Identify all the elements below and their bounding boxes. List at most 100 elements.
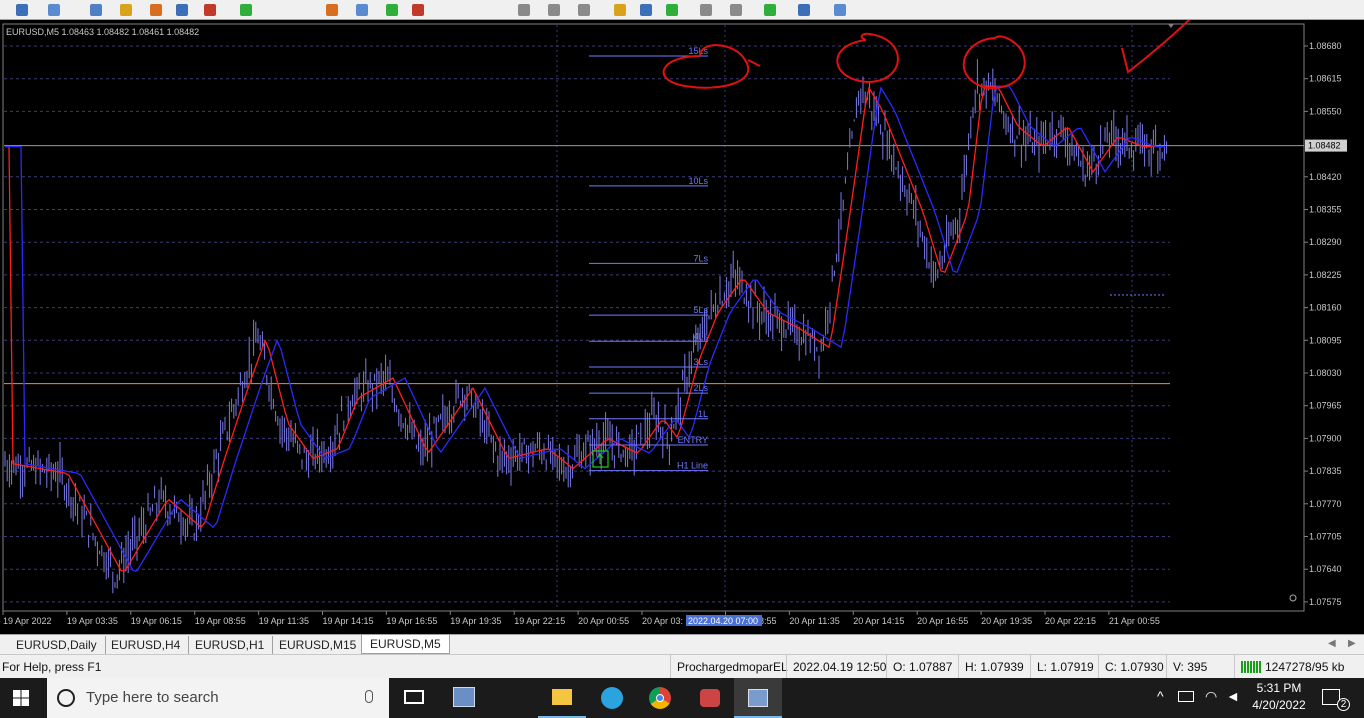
toolbar-icon[interactable] [356, 4, 368, 16]
price-tick-label: 1.08550 [1309, 106, 1342, 116]
time-tick-label: 20 Apr 03: [642, 616, 683, 626]
skull-icon [1289, 594, 1297, 602]
entry-arrow-icon [596, 453, 604, 464]
current-price-label: 1.08482 [1308, 141, 1341, 151]
toolbar-icon[interactable] [386, 4, 398, 16]
toolbar-icon[interactable] [666, 4, 678, 16]
time-tick-label: 21 Apr 00:55 [1109, 616, 1160, 626]
level-label: ENTRY [678, 435, 708, 445]
price-tick-label: 1.08355 [1309, 205, 1342, 215]
toolbar-icon[interactable] [700, 4, 712, 16]
moving-average-blue [5, 85, 1165, 572]
toolbar-icon[interactable] [548, 4, 560, 16]
task-view-icon[interactable] [390, 678, 438, 718]
toolbar-icon[interactable] [16, 4, 28, 16]
toolbar-icon[interactable] [120, 4, 132, 16]
price-tick-label: 1.07900 [1309, 433, 1342, 443]
time-tick-label: 19 Apr 2022 [3, 616, 52, 626]
metatrader-icon[interactable] [734, 678, 782, 718]
notification-count: 2 [1337, 698, 1350, 711]
price-tick-label: 1.07770 [1309, 499, 1342, 509]
tab-eurusd-daily[interactable]: EURUSD,Daily [8, 636, 106, 654]
chart-tabs: EURUSD,Daily EURUSD,H4 EURUSD,H1 EURUSD,… [0, 634, 1364, 654]
toolbar-icon[interactable] [640, 4, 652, 16]
time-tick-label: 20 Apr 22:15 [1045, 616, 1096, 626]
price-tick-label: 1.08420 [1309, 172, 1342, 182]
toolbar-icon[interactable] [798, 4, 810, 16]
toolbar-icon[interactable] [764, 4, 776, 16]
level-label: H1 Line [677, 461, 708, 471]
level-label: 1L [698, 409, 708, 419]
time-tick-label: 19 Apr 11:35 [259, 616, 309, 626]
level-label: 2Ls [693, 383, 708, 393]
price-tick-label: 1.08095 [1309, 335, 1342, 345]
app-icon-monitor[interactable] [440, 678, 488, 718]
toolbar-icon[interactable] [176, 4, 188, 16]
tab-eurusd-h1[interactable]: EURUSD,H1 [187, 636, 274, 654]
price-tick-label: 1.08290 [1309, 237, 1342, 247]
clock-date[interactable]: 4/20/2022 [1249, 698, 1309, 712]
tray-chevron-icon[interactable]: ^ [1157, 688, 1164, 704]
toolbar-icon[interactable] [150, 4, 162, 16]
price-tick-label: 1.07965 [1309, 401, 1342, 411]
status-volume: V: 395 [1166, 655, 1207, 679]
chrome-icon[interactable] [636, 678, 684, 718]
status-bar: For Help, press F1 ProchargedmoparEL 202… [0, 654, 1364, 679]
price-tick-label: 1.07575 [1309, 597, 1342, 607]
taskbar-search-box[interactable]: Type here to search [47, 678, 389, 718]
annotation-circle-1 [662, 44, 761, 89]
toolbar-icon[interactable] [518, 4, 530, 16]
volume-icon[interactable]: ◄ [1226, 688, 1240, 704]
price-tick-label: 1.08030 [1309, 368, 1342, 378]
moving-average-red [5, 85, 1165, 572]
windows-taskbar: Type here to search ^ ◠ ◄ 5:31 PM 4/20/2… [0, 678, 1364, 718]
chart-canvas[interactable]: 1.08680 1.08615 1.08550 1.08420 1.08355 1.082… [0, 20, 1364, 634]
toolbar-icon[interactable] [48, 4, 60, 16]
toolbar-icon[interactable] [614, 4, 626, 16]
status-low: L: 1.07919 [1030, 655, 1094, 679]
cortana-icon [57, 689, 75, 707]
toolbar-icon[interactable] [578, 4, 590, 16]
connection-bars-icon [1241, 661, 1261, 673]
toolbar-icon[interactable] [730, 4, 742, 16]
crosshair-time-label: 2022.04.20 07:00 [688, 616, 758, 626]
telegram-icon[interactable] [588, 678, 636, 718]
battery-icon[interactable] [1178, 691, 1194, 702]
annotation-circle-2 [836, 32, 899, 84]
time-tick-label: 20 Apr 19:35 [981, 616, 1032, 626]
level-label: 3Ls [693, 357, 708, 367]
microphone-icon[interactable] [365, 690, 373, 703]
status-profile: ProchargedmoparEL [670, 655, 788, 679]
time-tick-label: 20 Apr 16:55 [917, 616, 968, 626]
toolbar-icon[interactable] [412, 4, 424, 16]
search-placeholder: Type here to search [86, 689, 219, 706]
level-label: 10Ls [688, 176, 708, 186]
network-icon[interactable]: ◠ [1205, 688, 1217, 705]
toolbar-icon[interactable] [204, 4, 216, 16]
toolbar-icon[interactable] [90, 4, 102, 16]
toolbar-icon[interactable] [834, 4, 846, 16]
tab-eurusd-m15[interactable]: EURUSD,M15 [271, 636, 366, 654]
price-bars [4, 59, 1168, 594]
time-tick-label: 19 Apr 19:35 [450, 616, 501, 626]
time-tick-label: 19 Apr 03:35 [67, 616, 118, 626]
app-icon-tool[interactable] [686, 678, 734, 718]
toolbar [0, 0, 1364, 20]
tab-eurusd-m5[interactable]: EURUSD,M5 [361, 635, 450, 654]
status-help: For Help, press F1 [2, 660, 102, 674]
price-tick-label: 1.07835 [1309, 466, 1342, 476]
price-chart[interactable]: 1.08680 1.08615 1.08550 1.08420 1.08355 1.082… [0, 20, 1364, 634]
status-open: O: 1.07887 [886, 655, 952, 679]
windows-start-icon[interactable] [13, 690, 29, 706]
status-datetime: 2022.04.19 12:50 [786, 655, 886, 679]
tab-scroll-left-icon[interactable]: ◀ [1328, 638, 1336, 649]
time-tick-label: 19 Apr 06:15 [131, 616, 182, 626]
traffic-value: 1247278/95 kb [1265, 660, 1345, 674]
clock-time[interactable]: 5:31 PM [1251, 681, 1307, 695]
tab-scroll-right-icon[interactable]: ▶ [1348, 638, 1356, 649]
file-explorer-icon[interactable] [538, 678, 586, 718]
toolbar-icon[interactable] [240, 4, 252, 16]
tab-eurusd-h4[interactable]: EURUSD,H4 [103, 636, 190, 654]
price-tick-label: 1.07640 [1309, 564, 1342, 574]
toolbar-icon[interactable] [326, 4, 338, 16]
